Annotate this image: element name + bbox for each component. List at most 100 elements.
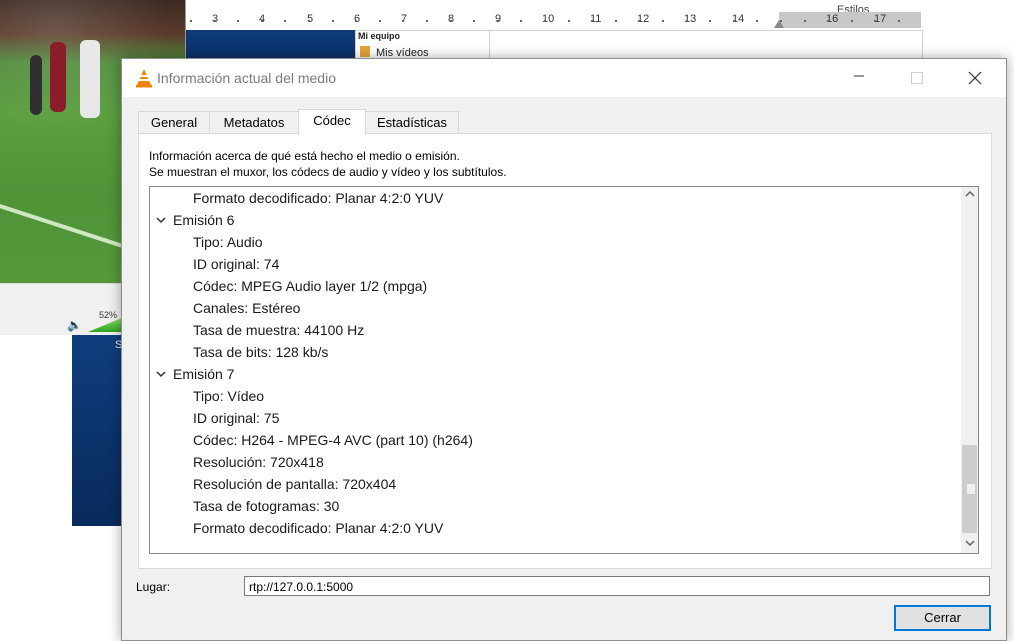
tree-property-row[interactable]: Resolución: 720x418	[193, 451, 324, 473]
ruler-tick	[804, 20, 806, 22]
ruler-tick	[284, 20, 286, 22]
close-icon	[968, 71, 982, 85]
ruler-tick	[874, 20, 876, 22]
tree-property-row[interactable]: Códec: H264 - MPEG-4 AVC (part 10) (h264…	[193, 429, 473, 451]
maximize-button[interactable]	[894, 59, 940, 97]
ruler-tick	[544, 20, 546, 22]
tree-stream-node[interactable]: Emisión 6	[173, 209, 234, 231]
ruler-number: 12	[637, 13, 650, 25]
tree-property-row[interactable]: Canales: Estéreo	[193, 297, 300, 319]
title-bar[interactable]: Información actual del medio	[122, 59, 1006, 97]
ruler-tick	[520, 20, 522, 22]
tree-property-row[interactable]: Tasa de fotogramas: 30	[193, 495, 339, 517]
scroll-down-arrow[interactable]	[961, 536, 978, 553]
tree-property-row[interactable]: Tasa de muestra: 44100 Hz	[193, 319, 364, 341]
film-icon	[360, 46, 370, 57]
ruler-tick	[638, 20, 640, 22]
ruler-number: 6	[354, 13, 361, 25]
video-figure	[50, 42, 66, 112]
ruler-tick	[851, 20, 853, 22]
tree-stream-node[interactable]: Emisión 7	[173, 363, 234, 385]
ruler-tick	[615, 20, 617, 22]
ruler-tick	[733, 20, 735, 22]
ruler-tick	[662, 20, 664, 22]
expand-chevron-icon[interactable]	[155, 363, 167, 385]
ruler-number: 7	[401, 13, 408, 25]
ruler-tick	[450, 20, 452, 22]
location-label: Lugar:	[136, 580, 171, 594]
ruler-number: 9	[495, 13, 502, 25]
video-figure	[30, 55, 42, 115]
speaker-icon[interactable]: 🔈	[67, 318, 82, 332]
panel-description: Información acerca de qué está hecho el …	[149, 148, 507, 180]
minimize-icon	[854, 75, 864, 77]
ruler-tick	[756, 20, 758, 22]
ruler-number: 13	[684, 13, 697, 25]
ruler-number: 5	[307, 13, 314, 25]
minimize-button[interactable]	[836, 59, 882, 97]
codec-tree[interactable]: Formato decodificado: Planar 4:2:0 YUV Em…	[149, 186, 979, 554]
tree-property-row[interactable]: ID original: 75	[193, 407, 279, 429]
ruler-tick	[402, 20, 404, 22]
desktop-background-lower	[72, 334, 124, 526]
scroll-thumb[interactable]	[962, 445, 977, 533]
ruler-tick	[190, 20, 192, 22]
description-line: Información acerca de qué está hecho el …	[149, 149, 460, 163]
scroll-up-arrow[interactable]	[961, 187, 978, 204]
ruler-tick	[709, 20, 711, 22]
ruler-tick	[261, 20, 263, 22]
ruler-tick	[473, 20, 475, 22]
location-field[interactable]: rtp://127.0.0.1:5000	[244, 576, 990, 596]
ruler-tick	[568, 20, 570, 22]
tree-property-row[interactable]: Formato decodificado: Planar 4:2:0 YUV	[193, 187, 443, 209]
ruler-number: 3	[212, 13, 219, 25]
close-window-button[interactable]	[952, 59, 998, 97]
ruler-tick	[686, 20, 688, 22]
tab-codec[interactable]: Códec	[298, 109, 366, 135]
ruler-number: 4	[259, 13, 266, 25]
description-line: Se muestran el muxor, los códecs de audi…	[149, 165, 507, 179]
ruler-tick	[827, 20, 829, 22]
ruler-number: 11	[590, 13, 602, 25]
maximize-icon	[911, 71, 923, 84]
tree-property-row[interactable]: ID original: 74	[193, 253, 279, 275]
tree-property-row[interactable]: Códec: MPEG Audio layer 1/2 (mpga)	[193, 275, 427, 297]
tab-statistics[interactable]: Estadísticas	[365, 111, 459, 134]
chevron-down-icon	[964, 540, 975, 547]
explorer-header: Mi equipo	[358, 31, 400, 41]
ruler-tick	[591, 20, 593, 22]
volume-percent: 52%	[99, 310, 118, 320]
ruler-tick	[308, 20, 310, 22]
ruler-tick	[497, 20, 499, 22]
close-button[interactable]: Cerrar	[894, 605, 991, 631]
ruler-number: 16	[826, 13, 839, 25]
ruler-tick	[898, 20, 900, 22]
ruler-tick	[214, 20, 216, 22]
ruler-tick	[237, 20, 239, 22]
ruler-indent-marker[interactable]	[774, 20, 784, 28]
ruler-number: 17	[874, 13, 887, 25]
tree-property-row[interactable]: Tipo: Audio	[193, 231, 263, 253]
ruler-tick	[355, 20, 357, 22]
tree-property-row[interactable]: Resolución de pantalla: 720x404	[193, 473, 396, 495]
expand-chevron-icon[interactable]	[155, 209, 167, 231]
tree-property-row[interactable]: Tasa de bits: 128 kb/s	[193, 341, 328, 363]
tab-metadata[interactable]: Metadatos	[209, 111, 299, 134]
tree-property-row[interactable]: Tipo: Vídeo	[193, 385, 264, 407]
ruler-number: 14	[732, 13, 745, 25]
chevron-up-icon	[964, 190, 975, 197]
tree-property-row[interactable]: Formato decodificado: Planar 4:2:0 YUV	[193, 517, 443, 539]
scroll-grip	[966, 483, 976, 495]
tree-scrollbar[interactable]	[961, 187, 978, 553]
ruler-tick	[426, 20, 428, 22]
dialog-title: Información actual del medio	[157, 70, 336, 86]
ruler-tick	[379, 20, 381, 22]
media-info-dialog: Información actual del medio General Met…	[121, 58, 1007, 641]
codec-panel: Información acerca de qué está hecho el …	[138, 133, 992, 569]
ruler-number: 10	[542, 13, 555, 25]
ruler-tick	[332, 20, 334, 22]
tab-general[interactable]: General	[138, 111, 210, 134]
vlc-cone-icon	[136, 69, 152, 88]
ruler-number: 8	[448, 13, 455, 25]
video-figure	[80, 40, 100, 118]
